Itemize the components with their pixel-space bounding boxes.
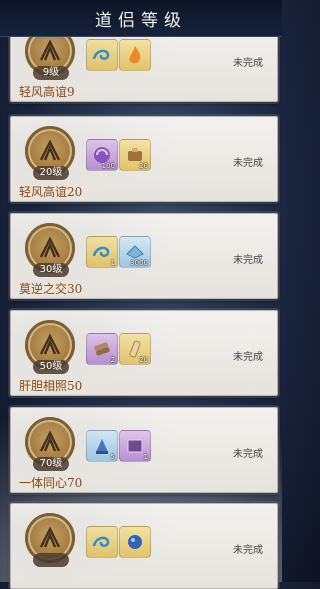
- reward-item-2[interactable]: 3000: [119, 236, 151, 268]
- reward-item-1[interactable]: [86, 39, 118, 71]
- reward-item-2[interactable]: [119, 39, 151, 71]
- level-label: 20级: [33, 166, 69, 180]
- level-label: 9级: [33, 66, 69, 80]
- level-card-70: 70级 一体同心70 5 1 未完成: [10, 407, 278, 493]
- flame-icon: [129, 46, 141, 64]
- level-card-partial: 未完成: [10, 503, 278, 589]
- milestone-name: 一体同心70: [19, 476, 83, 490]
- reward-item-2[interactable]: 20: [119, 333, 151, 365]
- milestone-name: 莫逆之交30: [19, 282, 83, 296]
- milestone-name: 轻风高谊9: [19, 85, 75, 99]
- level-card-20: 20级 轻风高谊20 100 20 未完成: [10, 116, 278, 202]
- fan-emblem-icon: [39, 526, 61, 548]
- status-text: 未完成: [233, 255, 263, 266]
- status-text: 未完成: [233, 58, 263, 69]
- wind-swirl-icon: [92, 49, 110, 60]
- level-card-50: 50级 肝胆相照50 2 20 未完成: [10, 310, 278, 396]
- level-label: 30级: [33, 263, 69, 277]
- fan-emblem-icon: [39, 39, 61, 61]
- milestone-name: 肝胆相照50: [19, 379, 83, 393]
- reward-item-1[interactable]: 1: [86, 236, 118, 268]
- title-bar: 道侣等级: [0, 0, 282, 37]
- level-label: 70级: [33, 457, 69, 471]
- status-text: 未完成: [233, 158, 263, 169]
- fan-emblem-icon: [39, 139, 61, 161]
- fan-emblem-icon: [39, 430, 61, 452]
- status-text: 未完成: [233, 449, 263, 460]
- reward-item-2[interactable]: 1: [119, 430, 151, 462]
- reward-item-1[interactable]: [86, 526, 118, 558]
- reward-item-1[interactable]: 100: [86, 139, 118, 171]
- blue-orb-icon: [128, 535, 142, 549]
- fan-emblem-icon: [39, 333, 61, 355]
- reward-item-2[interactable]: 20: [119, 139, 151, 171]
- reward-item-1[interactable]: 5: [86, 430, 118, 462]
- level-label: 50级: [33, 360, 69, 374]
- wind-swirl-icon: [92, 536, 110, 547]
- level-label: [33, 553, 69, 567]
- page-title: 道侣等级: [95, 10, 187, 31]
- status-text: 未完成: [233, 352, 263, 363]
- level-card-30: 30级 莫逆之交30 1 3000 未完成: [10, 213, 278, 299]
- milestone-name: 轻风高谊20: [19, 185, 83, 199]
- level-list[interactable]: 9级 轻风高谊9 未完成 20级 轻风高谊20 100 20 未完成 30级 莫…: [0, 0, 282, 589]
- reward-item-2[interactable]: [119, 526, 151, 558]
- reward-item-1[interactable]: 2: [86, 333, 118, 365]
- status-text: 未完成: [233, 545, 263, 556]
- fan-emblem-icon: [39, 236, 61, 258]
